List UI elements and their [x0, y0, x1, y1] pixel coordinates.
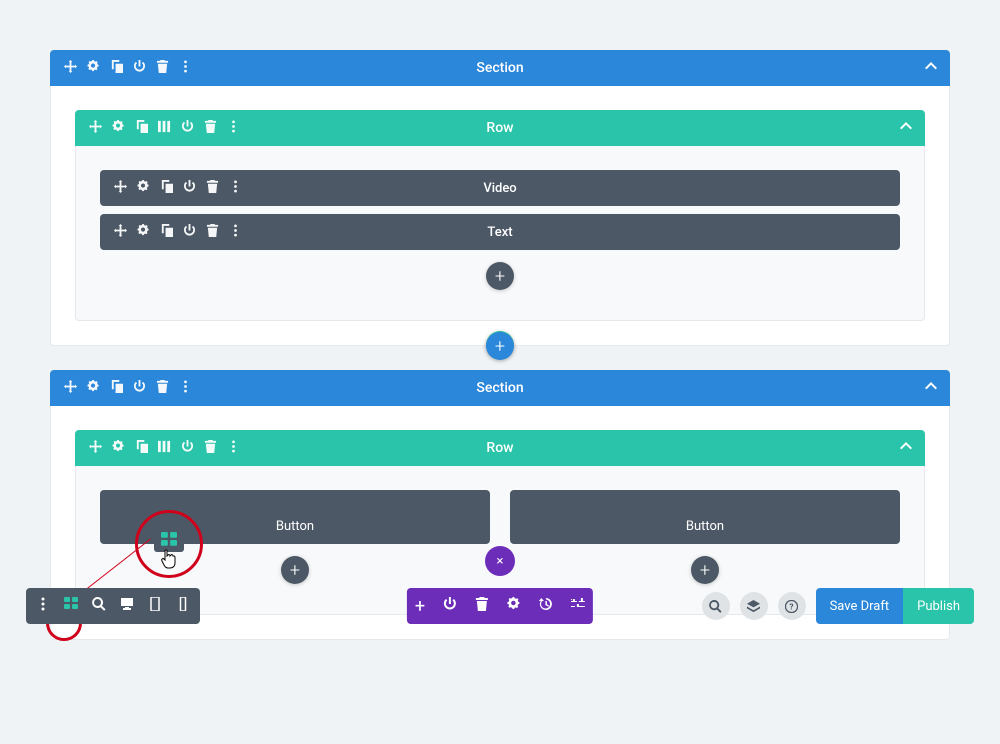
power-icon[interactable] [183, 224, 196, 241]
row-header[interactable]: Row [75, 110, 925, 146]
column-1: Button + [100, 490, 490, 584]
more-icon[interactable] [36, 597, 50, 615]
add-module-button[interactable]: + [281, 556, 309, 584]
module-text[interactable]: Text [100, 214, 900, 250]
zoom-icon[interactable] [92, 597, 106, 615]
section-1: Section Row [50, 50, 950, 346]
move-icon[interactable] [89, 440, 102, 457]
column-2: Button + [510, 490, 900, 584]
move-icon[interactable] [114, 224, 127, 241]
module-label: Button [276, 519, 314, 534]
power-icon[interactable] [443, 597, 457, 615]
module-button[interactable]: Button [100, 490, 490, 544]
trash-icon[interactable] [156, 60, 169, 77]
more-icon[interactable] [229, 224, 242, 241]
right-toolbar: Save Draft Publish [702, 588, 974, 624]
search-button[interactable] [702, 592, 730, 620]
publish-button[interactable]: Publish [903, 588, 974, 624]
gear-icon[interactable] [137, 224, 150, 241]
trash-icon[interactable] [206, 180, 219, 197]
section-header[interactable]: Section [50, 50, 950, 86]
section-body: Row Video [50, 86, 950, 346]
duplicate-icon[interactable] [110, 380, 123, 397]
duplicate-icon[interactable] [160, 180, 173, 197]
columns-icon[interactable] [158, 120, 171, 137]
trash-icon[interactable] [204, 120, 217, 137]
power-icon[interactable] [133, 60, 146, 77]
columns-icon[interactable] [158, 440, 171, 457]
power-icon[interactable] [181, 120, 194, 137]
wireframe-icon[interactable] [64, 597, 78, 615]
phone-icon[interactable] [176, 597, 190, 615]
power-icon[interactable] [183, 180, 196, 197]
duplicate-icon[interactable] [135, 440, 148, 457]
gear-icon[interactable] [112, 440, 125, 457]
move-icon[interactable] [89, 120, 102, 137]
add-icon[interactable]: + [415, 596, 425, 617]
close-button[interactable]: × [485, 546, 515, 576]
row-body: Video Text + [75, 146, 925, 321]
builder-canvas: Section Row [0, 0, 1000, 744]
more-icon[interactable] [227, 120, 240, 137]
gear-icon[interactable] [112, 120, 125, 137]
module-button[interactable]: Button [510, 490, 900, 544]
trash-icon[interactable] [156, 380, 169, 397]
module-video[interactable]: Video [100, 170, 900, 206]
collapse-button[interactable] [924, 59, 938, 77]
collapse-button[interactable] [899, 119, 913, 137]
move-icon[interactable] [64, 60, 77, 77]
add-section-button[interactable]: + [486, 332, 514, 360]
tablet-icon[interactable] [148, 597, 162, 615]
page-settings-bar: + [407, 588, 593, 624]
trash-icon[interactable] [204, 440, 217, 457]
duplicate-icon[interactable] [160, 224, 173, 241]
move-icon[interactable] [64, 380, 77, 397]
more-icon[interactable] [229, 180, 242, 197]
help-button[interactable] [778, 592, 806, 620]
gear-icon[interactable] [87, 380, 100, 397]
duplicate-icon[interactable] [110, 60, 123, 77]
power-icon[interactable] [133, 380, 146, 397]
trash-icon[interactable] [475, 597, 489, 615]
row-header[interactable]: Row [75, 430, 925, 466]
gear-icon[interactable] [87, 60, 100, 77]
desktop-icon[interactable] [120, 597, 134, 615]
history-icon[interactable] [539, 597, 553, 615]
row-1: Row Video [75, 110, 925, 321]
layers-button[interactable] [740, 592, 768, 620]
gear-icon[interactable] [137, 180, 150, 197]
more-icon[interactable] [179, 60, 192, 77]
module-label: Button [686, 519, 724, 534]
more-icon[interactable] [179, 380, 192, 397]
more-icon[interactable] [227, 440, 240, 457]
section-header[interactable]: Section [50, 370, 950, 406]
collapse-button[interactable] [899, 439, 913, 457]
gear-icon[interactable] [507, 597, 521, 615]
trash-icon[interactable] [206, 224, 219, 241]
add-module-button[interactable]: + [486, 262, 514, 290]
sliders-icon[interactable] [571, 597, 585, 615]
add-module-button[interactable]: + [691, 556, 719, 584]
power-icon[interactable] [181, 440, 194, 457]
collapse-button[interactable] [924, 379, 938, 397]
save-draft-button[interactable]: Save Draft [816, 588, 904, 624]
view-toolbar [26, 588, 200, 624]
move-icon[interactable] [114, 180, 127, 197]
duplicate-icon[interactable] [135, 120, 148, 137]
